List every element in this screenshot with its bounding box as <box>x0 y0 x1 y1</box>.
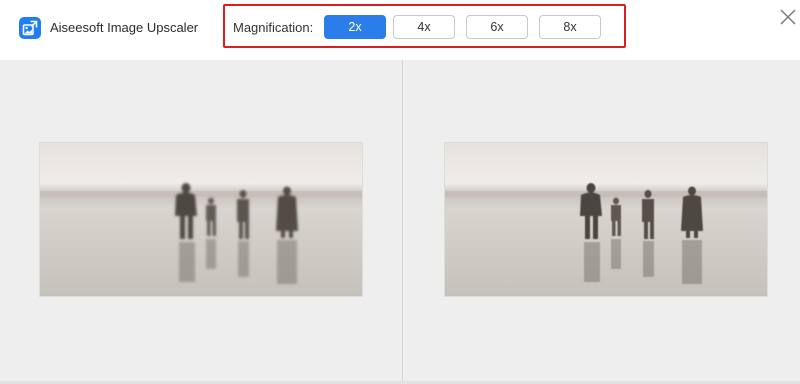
app-title: Aiseesoft Image Upscaler <box>50 20 199 35</box>
magnification-6x-button[interactable]: 6x <box>466 15 528 39</box>
magnification-2x-button[interactable]: 2x <box>324 15 386 39</box>
upscaled-image-preview <box>444 142 768 297</box>
magnification-label: Magnification: <box>233 20 314 35</box>
magnification-4x-button[interactable]: 4x <box>393 15 455 39</box>
magnification-8x-button[interactable]: 8x <box>539 15 601 39</box>
preview-divider[interactable] <box>402 60 403 384</box>
original-image-preview <box>39 142 363 297</box>
close-icon[interactable] <box>778 7 798 27</box>
app-logo-icon <box>19 17 41 39</box>
